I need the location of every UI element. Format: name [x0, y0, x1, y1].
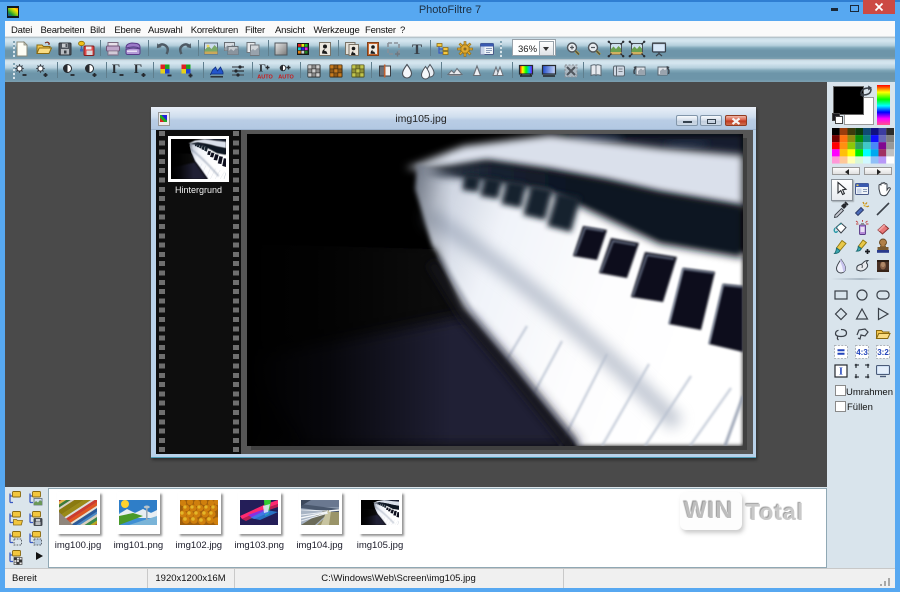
svg-text:AUTO: AUTO [278, 74, 294, 80]
svg-text:3:2: 3:2 [877, 348, 889, 357]
svg-text:Γ: Γ [259, 62, 266, 74]
svg-text:AUTO: AUTO [257, 74, 273, 80]
svg-text:4:3: 4:3 [856, 348, 868, 357]
svg-text:T: T [412, 42, 422, 58]
svg-text:I: I [839, 367, 843, 378]
svg-text:Γ: Γ [133, 62, 141, 76]
svg-text:Γ: Γ [112, 62, 120, 76]
